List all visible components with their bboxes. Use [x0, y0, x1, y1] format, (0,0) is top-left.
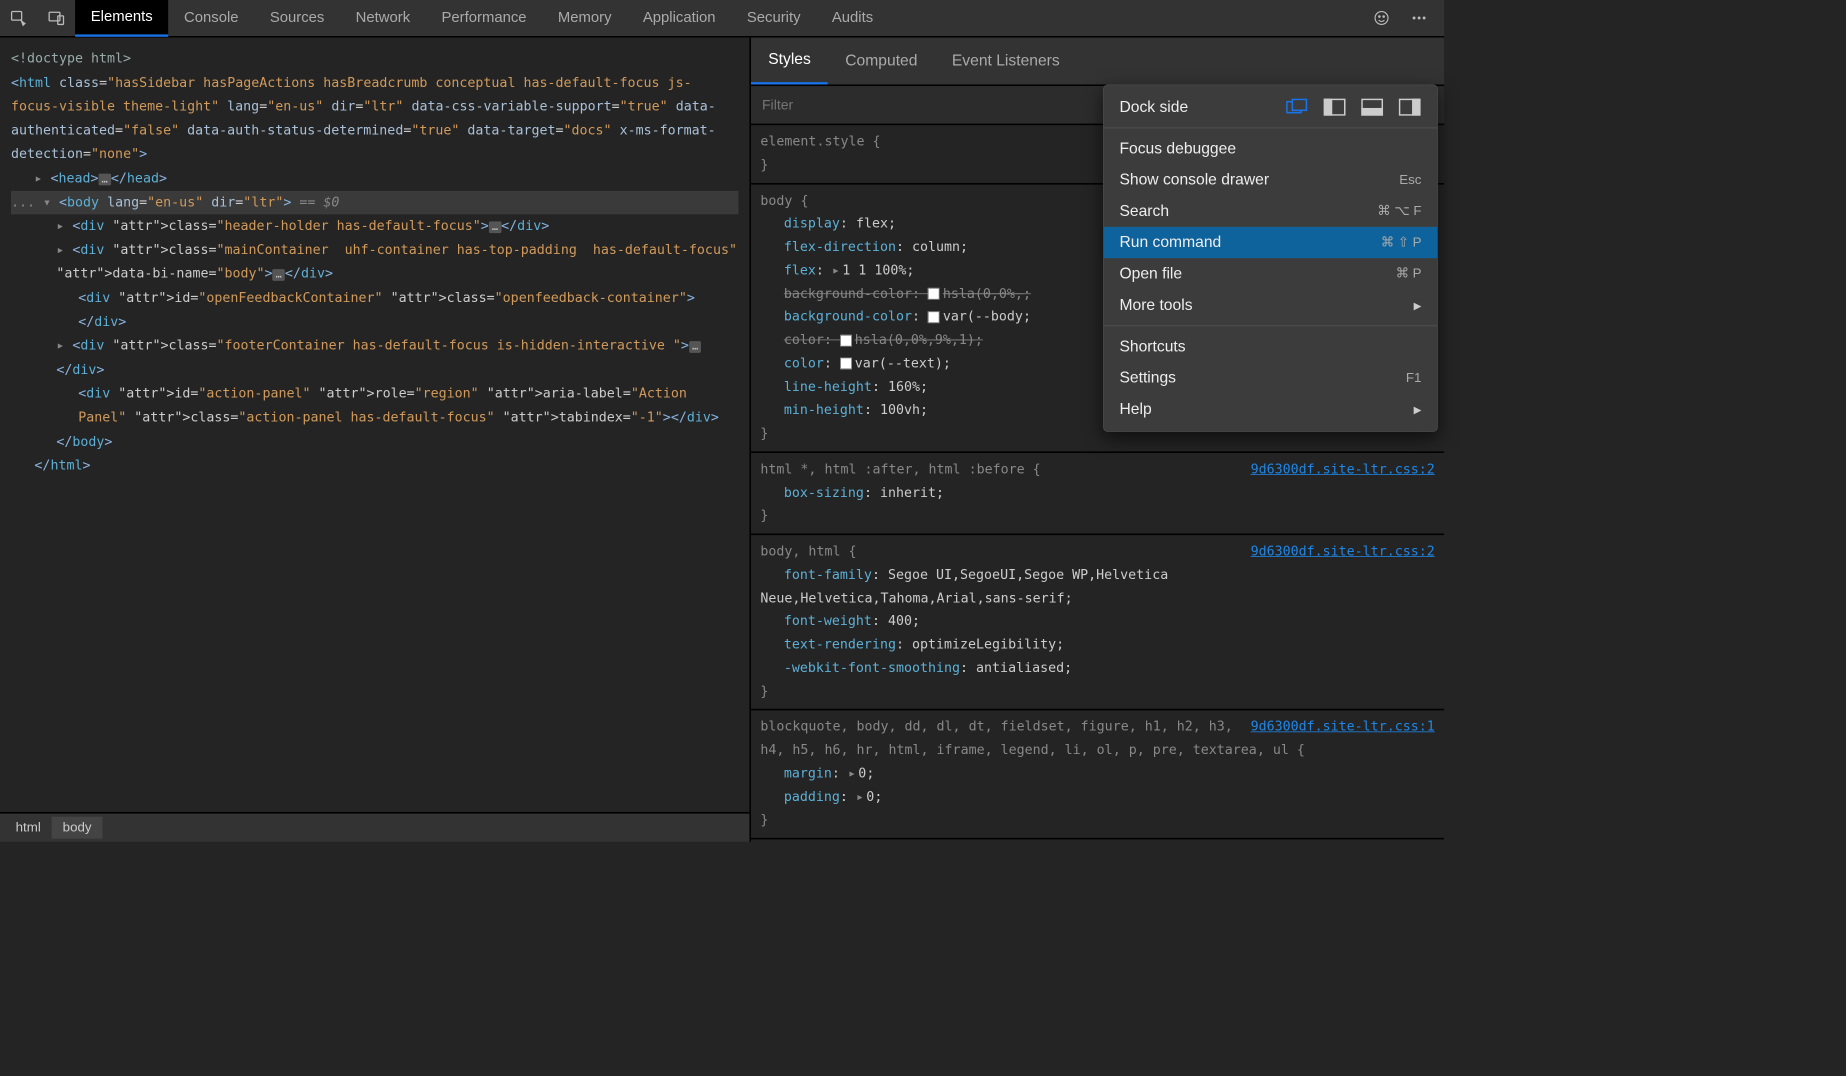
dock-right-icon[interactable] — [1398, 98, 1421, 117]
smiley-feedback-icon[interactable] — [1363, 0, 1401, 37]
html-open-tag[interactable]: <html class="hasSidebar hasPageActions h… — [11, 71, 739, 167]
breadcrumb-body[interactable]: body — [52, 817, 103, 839]
menu-item-more tools[interactable]: More tools▸ — [1104, 289, 1437, 320]
menu-item-focus debuggee[interactable]: Focus debuggee — [1104, 133, 1437, 164]
elements-panel: <!doctype html> <html class="hasSidebar … — [0, 38, 751, 842]
dom-node[interactable]: <div "attr">class="header-holder has-def… — [56, 214, 738, 238]
menu-item-shortcuts[interactable]: Shortcuts — [1104, 331, 1437, 362]
tab-sources[interactable]: Sources — [254, 0, 340, 37]
devtools-main-menu: Dock side Focus debuggeeShow console dra… — [1103, 84, 1438, 431]
head-collapsed[interactable]: <head>…</head> — [34, 167, 738, 191]
dock-side-row: Dock side — [1104, 92, 1437, 123]
subtab-computed[interactable]: Computed — [828, 38, 935, 85]
dock-bottom-icon[interactable] — [1360, 98, 1383, 117]
body-selected-row[interactable]: ... <body lang="en-us" dir="ltr"> == $0 — [11, 191, 739, 215]
dock-left-icon[interactable] — [1323, 98, 1346, 117]
subtab-event listeners[interactable]: Event Listeners — [935, 38, 1077, 85]
source-link[interactable]: 9d6300df.site-ltr.css:1 — [1251, 716, 1435, 739]
styles-subtabs: StylesComputedEvent Listeners — [751, 38, 1444, 87]
kebab-menu-icon[interactable] — [1400, 0, 1438, 37]
tab-elements[interactable]: Elements — [75, 0, 168, 37]
source-link[interactable]: 9d6300df.site-ltr.css:2 — [1251, 458, 1435, 481]
dom-breadcrumb: htmlbody — [0, 812, 749, 842]
menu-item-search[interactable]: Search⌘ ⌥ F — [1104, 196, 1437, 227]
inspect-element-icon[interactable] — [0, 0, 38, 37]
dom-node[interactable]: <div "attr">id="openFeedbackContainer" "… — [78, 286, 738, 334]
css-rule[interactable]: 9d6300df.site-ltr.css:2body, html {font-… — [751, 535, 1444, 710]
main-tabs: ElementsConsoleSourcesNetworkPerformance… — [75, 0, 1363, 37]
styles-panel: StylesComputedEvent Listeners element.st… — [751, 38, 1444, 842]
css-rule[interactable]: 9d6300df.site-ltr.css:2html *, html :aft… — [751, 453, 1444, 535]
dock-side-label: Dock side — [1119, 98, 1188, 116]
html-close-tag: </html> — [34, 454, 738, 478]
tab-performance[interactable]: Performance — [426, 0, 542, 37]
dom-node[interactable]: <div "attr">class="footerContainer has-d… — [56, 334, 738, 382]
tab-application[interactable]: Application — [627, 0, 731, 37]
menu-item-run command[interactable]: Run command⌘ ⇧ P — [1104, 227, 1437, 258]
dom-node[interactable]: <div "attr">class="mainContainer uhf-con… — [56, 238, 738, 286]
devtools-topbar: ElementsConsoleSourcesNetworkPerformance… — [0, 0, 1444, 38]
body-close-tag: </body> — [56, 430, 738, 454]
menu-item-show console drawer[interactable]: Show console drawerEsc — [1104, 164, 1437, 195]
tab-console[interactable]: Console — [168, 0, 254, 37]
menu-item-open file[interactable]: Open file⌘ P — [1104, 258, 1437, 289]
subtab-styles[interactable]: Styles — [751, 38, 828, 85]
tab-memory[interactable]: Memory — [542, 0, 627, 37]
doctype-text: <!doctype html> — [11, 51, 131, 67]
tab-network[interactable]: Network — [340, 0, 426, 37]
dom-node[interactable]: <div "attr">id="action-panel" "attr">rol… — [78, 382, 738, 430]
css-rule[interactable]: 9d6300df.site-ltr.css:1blockquote, body,… — [751, 711, 1444, 840]
device-toolbar-icon[interactable] — [38, 0, 76, 37]
tab-security[interactable]: Security — [731, 0, 816, 37]
menu-item-settings[interactable]: SettingsF1 — [1104, 362, 1437, 393]
dock-undock-icon[interactable] — [1285, 98, 1308, 117]
dom-tree[interactable]: <!doctype html> <html class="hasSidebar … — [0, 38, 749, 812]
breadcrumb-html[interactable]: html — [5, 817, 52, 839]
menu-item-help[interactable]: Help▸ — [1104, 393, 1437, 424]
source-link[interactable]: 9d6300df.site-ltr.css:2 — [1251, 541, 1435, 564]
tab-audits[interactable]: Audits — [816, 0, 889, 37]
